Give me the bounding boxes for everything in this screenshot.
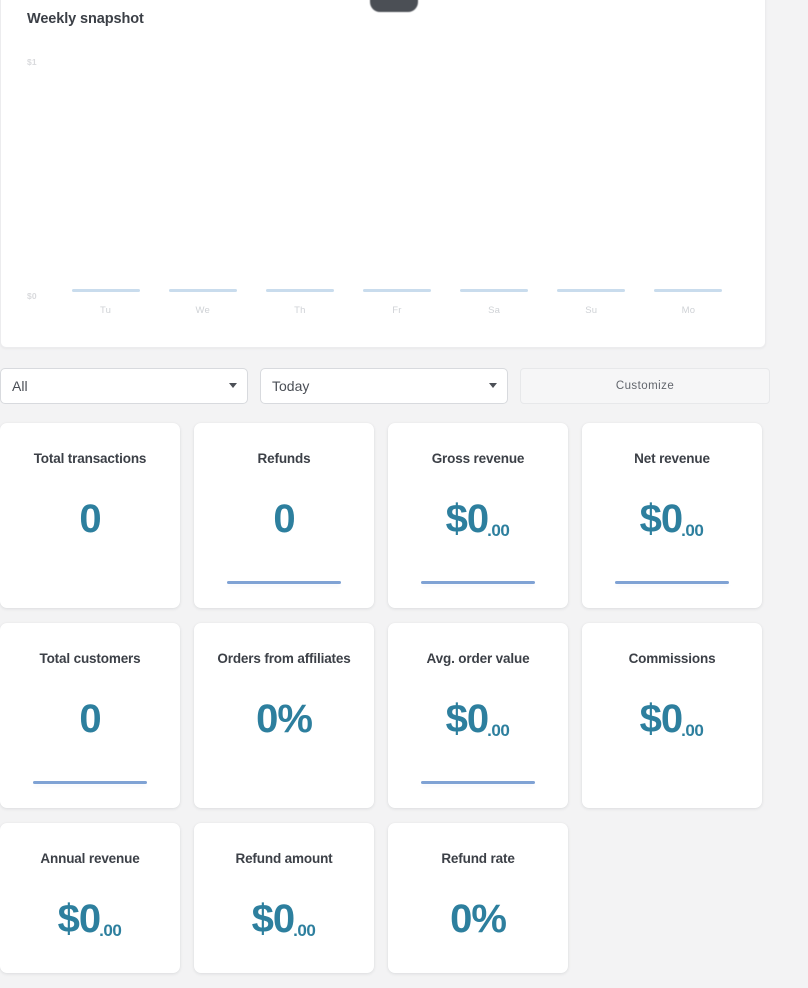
metric-card[interactable]: Refunds 0: [194, 423, 374, 608]
chart-bar[interactable]: [557, 289, 626, 292]
chart-x-tick: Fr: [348, 289, 445, 335]
metric-card-label: Total customers: [39, 651, 141, 666]
chart-x-tick: Su: [543, 289, 640, 335]
chart-x-axis: Tu We Th Fr Sa Su Mo: [57, 289, 737, 335]
metric-cards-grid: Total transactions 0 Refunds 0 Gross revenue…: [0, 423, 778, 988]
metric-card[interactable]: Refund rate 0%: [388, 823, 568, 973]
y-axis-max-label: $1: [27, 57, 37, 67]
metric-card-cents: .00: [487, 721, 510, 740]
overlay-blob: [370, 0, 418, 12]
chart-bar[interactable]: [460, 289, 529, 292]
chart-bar[interactable]: [362, 289, 431, 292]
dashboard-page: Weekly snapshot $1 $0 Tu We Th Fr Sa Su Mo All…: [0, 0, 808, 973]
metric-card-value: $0.00: [639, 697, 704, 741]
metric-card-value: 0: [79, 697, 101, 741]
metric-card-value: $0.00: [445, 697, 510, 741]
metric-card[interactable]: Total transactions 0: [0, 423, 180, 608]
chart-x-tick: We: [154, 289, 251, 335]
metric-card-underline: [615, 581, 729, 584]
metric-card-underline: [421, 781, 535, 784]
metric-card-cents: .00: [681, 721, 704, 740]
chart-x-tick-label: Th: [294, 305, 306, 316]
metric-card[interactable]: Annual revenue $0.00: [0, 823, 180, 973]
chart-x-tick: Mo: [640, 289, 737, 335]
chart-x-tick-label: Fr: [392, 305, 402, 316]
metric-card[interactable]: Total customers 0: [0, 623, 180, 808]
customize-button[interactable]: Customize: [520, 368, 770, 404]
metric-card-label: Annual revenue: [40, 851, 140, 866]
metric-card-row: Total customers 0 Orders from affiliates 0%…: [0, 623, 778, 808]
metric-card[interactable]: Commissions $0.00: [582, 623, 762, 808]
chart-x-tick: Th: [251, 289, 348, 335]
metric-card-cents: .00: [487, 521, 510, 540]
chart-x-tick-label: We: [195, 305, 210, 316]
metric-card[interactable]: Avg. order value $0.00: [388, 623, 568, 808]
chart-bar[interactable]: [654, 289, 723, 292]
metric-card-row: Total transactions 0 Refunds 0 Gross revenue…: [0, 423, 778, 608]
chart-title: Weekly snapshot: [27, 11, 144, 27]
metric-card-underline: [33, 781, 147, 784]
metric-card-row: Annual revenue $0.00 Refund amount $0.00 Ref…: [0, 823, 778, 973]
chart-x-tick: Tu: [57, 289, 154, 335]
metric-card-label: Refunds: [257, 451, 311, 466]
metric-card-value: 0%: [256, 697, 313, 741]
metric-card-label: Net revenue: [634, 451, 710, 466]
metric-card[interactable]: Gross revenue $0.00: [388, 423, 568, 608]
metric-card[interactable]: Net revenue $0.00: [582, 423, 762, 608]
metric-card-underline: [227, 581, 341, 584]
metric-card-value: $0.00: [445, 497, 510, 541]
metric-card-label: Total transactions: [33, 451, 147, 466]
scope-select-wrapper: All: [0, 368, 248, 404]
metric-card-value: $0.00: [251, 897, 316, 941]
scope-select[interactable]: All: [0, 368, 248, 404]
metric-card-placeholder: [582, 823, 762, 973]
chart-x-tick-label: Sa: [488, 305, 501, 316]
period-select[interactable]: Today: [260, 368, 508, 404]
period-select-wrapper: Today: [260, 368, 508, 404]
metric-card[interactable]: Refund amount $0.00: [194, 823, 374, 973]
metric-card[interactable]: Orders from affiliates 0%: [194, 623, 374, 808]
chart-x-tick: Sa: [446, 289, 543, 335]
chart-bar[interactable]: [265, 289, 334, 292]
metric-card-label: Commissions: [628, 651, 716, 666]
y-axis-zero-label: $0: [27, 291, 37, 301]
metric-card-value: 0%: [450, 897, 507, 941]
metric-card-value: 0: [79, 497, 101, 541]
metric-card-cents: .00: [293, 921, 316, 940]
metric-card-cents: .00: [681, 521, 704, 540]
chart-plot-area: [57, 55, 737, 303]
metric-card-cents: .00: [99, 921, 122, 940]
metric-card-value: $0.00: [57, 897, 122, 941]
chart-x-tick-label: Mo: [681, 305, 696, 316]
chart-x-tick-label: Tu: [100, 305, 112, 316]
metric-card-label: Refund amount: [235, 851, 333, 866]
chart-bar[interactable]: [71, 289, 140, 292]
metric-card-underline: [421, 581, 535, 584]
chart-bar[interactable]: [168, 289, 237, 292]
weekly-snapshot-chart-panel: Weekly snapshot $1 $0 Tu We Th Fr Sa Su Mo: [0, 0, 766, 348]
chart-x-tick-label: Su: [585, 305, 598, 316]
metric-card-label: Gross revenue: [431, 451, 525, 466]
metric-card-label: Orders from affiliates: [217, 651, 351, 666]
metric-card-value: 0: [273, 497, 295, 541]
filters-toolbar: All Today Customize: [0, 364, 770, 408]
metric-card-label: Avg. order value: [426, 651, 530, 666]
metric-card-label: Refund rate: [441, 851, 515, 866]
metric-card-value: $0.00: [639, 497, 704, 541]
